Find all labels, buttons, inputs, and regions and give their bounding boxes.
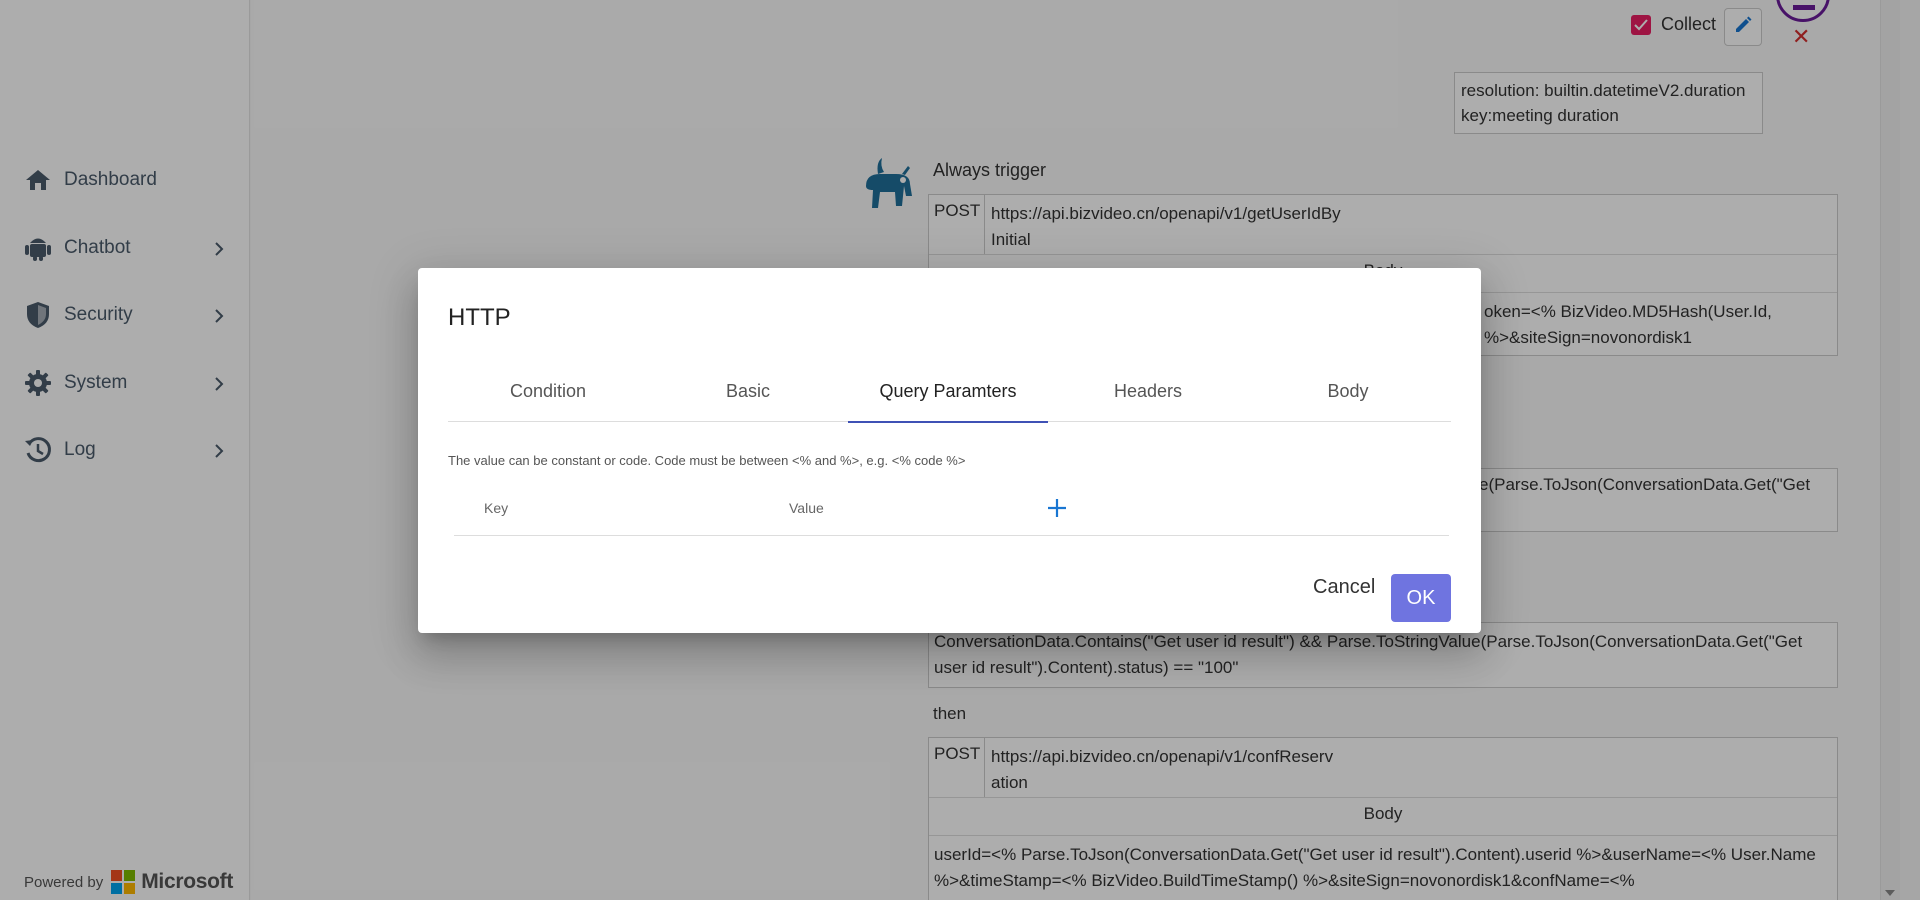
tab-condition[interactable]: Condition xyxy=(448,360,648,422)
key-column-header: Key xyxy=(484,500,509,516)
tab-query-parameters[interactable]: Query Paramters xyxy=(848,360,1048,423)
tab-headers[interactable]: Headers xyxy=(1048,360,1248,422)
value-column-header: Value xyxy=(789,500,824,516)
tab-basic[interactable]: Basic xyxy=(648,360,848,422)
dialog-tabs: Condition Basic Query Paramters Headers … xyxy=(448,360,1451,423)
tab-body[interactable]: Body xyxy=(1248,360,1448,422)
query-params-table-header: Key Value xyxy=(454,480,1449,536)
add-icon[interactable] xyxy=(1042,493,1072,523)
http-dialog: HTTP Condition Basic Query Paramters Hea… xyxy=(418,268,1481,633)
cancel-button[interactable]: Cancel xyxy=(1313,576,1375,599)
ok-button[interactable]: OK xyxy=(1391,574,1451,622)
hint-text: The value can be constant or code. Code … xyxy=(448,453,966,468)
dialog-title: HTTP xyxy=(448,304,511,331)
